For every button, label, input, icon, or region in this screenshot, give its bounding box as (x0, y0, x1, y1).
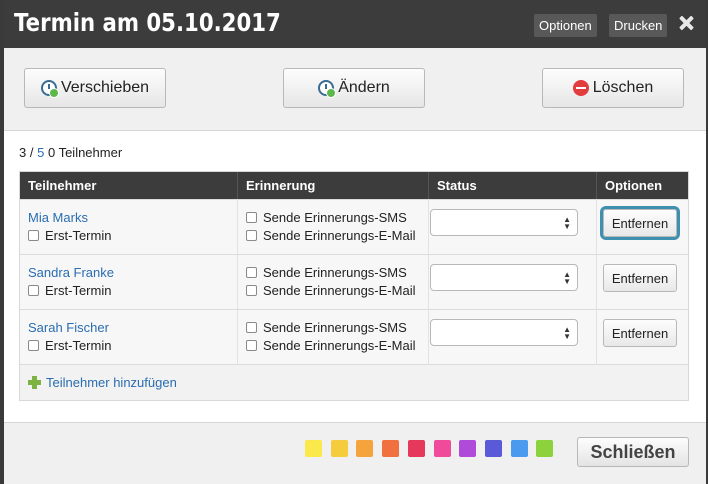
status-cell: ▲ ▼ (429, 310, 597, 364)
status-select[interactable]: ▲ ▼ (430, 264, 578, 291)
header-participant: Teilnehmer (20, 172, 238, 199)
count-separator: / (29, 145, 34, 160)
table-row: Sarah Fischer Erst-Termin Sende Erinneru… (20, 309, 688, 364)
email-reminder-checkbox[interactable]: Sende Erinnerungs-E-Mail (246, 228, 415, 243)
status-select[interactable]: ▲ ▼ (430, 319, 578, 346)
edit-button-label: Ändern (338, 79, 390, 96)
status-cell: ▲ ▼ (429, 200, 597, 254)
checkbox-label: Sende Erinnerungs-E-Mail (263, 338, 416, 353)
checkbox-box[interactable] (28, 230, 39, 241)
checkbox-label: Sende Erinnerungs-E-Mail (263, 228, 416, 243)
first-appointment-checkbox[interactable]: Erst-Termin (28, 338, 111, 353)
table-row: Mia Marks Erst-Termin Sende Erinnerungs-… (20, 199, 688, 254)
header-status: Status (429, 172, 597, 199)
checkbox-box[interactable] (246, 212, 257, 223)
dialog-title: Termin am 05.10.2017 (14, 8, 281, 37)
options-button[interactable]: Optionen (534, 14, 597, 37)
header-reminder: Erinnerung (238, 172, 429, 199)
sms-reminder-checkbox[interactable]: Sende Erinnerungs-SMS (246, 210, 407, 225)
clock-move-icon (40, 80, 59, 98)
participant-cell: Sandra Franke Erst-Termin (20, 255, 238, 309)
select-arrows-icon: ▲ ▼ (563, 270, 571, 286)
participant-cell: Mia Marks Erst-Termin (20, 200, 238, 254)
close-icon[interactable] (676, 12, 698, 34)
action-toolbar: Verschieben Ändern Löschen (4, 48, 706, 131)
checkbox-label: Erst-Termin (45, 228, 112, 243)
add-participant-row: Teilnehmer hinzufügen (20, 364, 688, 400)
color-swatch[interactable] (305, 440, 322, 457)
email-reminder-checkbox[interactable]: Sende Erinnerungs-E-Mail (246, 338, 415, 353)
reminder-cell: Sende Erinnerungs-SMS Sende Erinnerungs-… (238, 310, 429, 364)
print-button[interactable]: Drucken (609, 14, 668, 37)
participants-table: Teilnehmer Erinnerung Status Optionen Mi… (19, 171, 689, 401)
select-arrows-icon: ▲ ▼ (563, 215, 571, 231)
select-arrows-icon: ▲ ▼ (563, 325, 571, 341)
checkbox-box[interactable] (246, 285, 257, 296)
title-bar: Termin am 05.10.2017 Optionen Drucken (4, 0, 706, 48)
reminder-cell: Sende Erinnerungs-SMS Sende Erinnerungs-… (238, 255, 429, 309)
move-button-label: Verschieben (60, 79, 150, 96)
options-cell: Entfernen (597, 310, 688, 364)
participant-name-link[interactable]: Sarah Fischer (28, 320, 109, 335)
sms-reminder-checkbox[interactable]: Sende Erinnerungs-SMS (246, 320, 407, 335)
count-label: 0 Teilnehmer (47, 145, 123, 160)
delete-button[interactable]: Löschen (542, 68, 684, 108)
participant-name-link[interactable]: Mia Marks (28, 210, 88, 225)
close-button[interactable]: Schließen (577, 437, 689, 467)
options-cell: Entfernen (597, 255, 688, 309)
header-options: Optionen (605, 178, 663, 193)
participants-panel: 3 / 5 0 Teilnehmer Teilnehmer Erinnerung… (4, 131, 706, 423)
options-cell: Entfernen (597, 200, 688, 254)
count-current: 3 (19, 145, 27, 160)
color-swatch[interactable] (484, 440, 502, 457)
color-swatch[interactable] (510, 440, 528, 457)
checkbox-box[interactable] (246, 230, 257, 241)
status-select[interactable]: ▲ ▼ (430, 209, 578, 236)
color-swatch[interactable] (459, 440, 477, 457)
participant-name-link[interactable]: Sandra Franke (28, 265, 114, 280)
checkbox-label: Erst-Termin (45, 338, 112, 353)
color-swatch[interactable] (536, 440, 554, 457)
plus-icon[interactable] (28, 376, 41, 389)
checkbox-box[interactable] (246, 340, 257, 351)
color-swatch[interactable] (382, 440, 400, 457)
add-participant-link[interactable]: Teilnehmer hinzufügen (46, 375, 177, 390)
table-header: Teilnehmer Erinnerung Status Optionen (20, 172, 688, 199)
first-appointment-checkbox[interactable]: Erst-Termin (28, 283, 111, 298)
delete-icon (572, 80, 589, 96)
checkbox-label: Sende Erinnerungs-SMS (263, 210, 407, 225)
participant-cell: Sarah Fischer Erst-Termin (20, 310, 238, 364)
appointment-dialog: Termin am 05.10.2017 Optionen Drucken Ve… (4, 0, 706, 484)
clock-edit-icon (318, 80, 337, 98)
color-swatch[interactable] (356, 440, 374, 457)
color-swatch[interactable] (407, 440, 425, 457)
color-swatch[interactable] (330, 440, 348, 457)
dialog-footer: Schließen (4, 423, 706, 484)
count-total-link[interactable]: 5 (37, 145, 44, 160)
checkbox-label: Sende Erinnerungs-SMS (263, 320, 407, 335)
remove-button[interactable]: Entfernen (603, 264, 677, 292)
remove-button[interactable]: Entfernen (603, 209, 677, 237)
status-cell: ▲ ▼ (429, 255, 597, 309)
checkbox-label: Sende Erinnerungs-SMS (263, 265, 407, 280)
checkbox-box[interactable] (28, 285, 39, 296)
move-button[interactable]: Verschieben (24, 68, 166, 108)
checkbox-label: Erst-Termin (45, 283, 112, 298)
checkbox-box[interactable] (246, 267, 257, 278)
edit-button[interactable]: Ändern (283, 68, 425, 108)
email-reminder-checkbox[interactable]: Sende Erinnerungs-E-Mail (246, 283, 415, 298)
first-appointment-checkbox[interactable]: Erst-Termin (28, 228, 111, 243)
checkbox-label: Sende Erinnerungs-E-Mail (263, 283, 416, 298)
sms-reminder-checkbox[interactable]: Sende Erinnerungs-SMS (246, 265, 407, 280)
remove-button[interactable]: Entfernen (603, 319, 677, 347)
delete-button-label: Löschen (592, 79, 654, 96)
participant-count: 3 / 5 0 Teilnehmer (19, 145, 122, 160)
reminder-cell: Sende Erinnerungs-SMS Sende Erinnerungs-… (238, 200, 429, 254)
checkbox-box[interactable] (28, 340, 39, 351)
table-row: Sandra Franke Erst-Termin Sende Erinneru… (20, 254, 688, 309)
color-swatch[interactable] (433, 440, 451, 457)
checkbox-box[interactable] (246, 322, 257, 333)
